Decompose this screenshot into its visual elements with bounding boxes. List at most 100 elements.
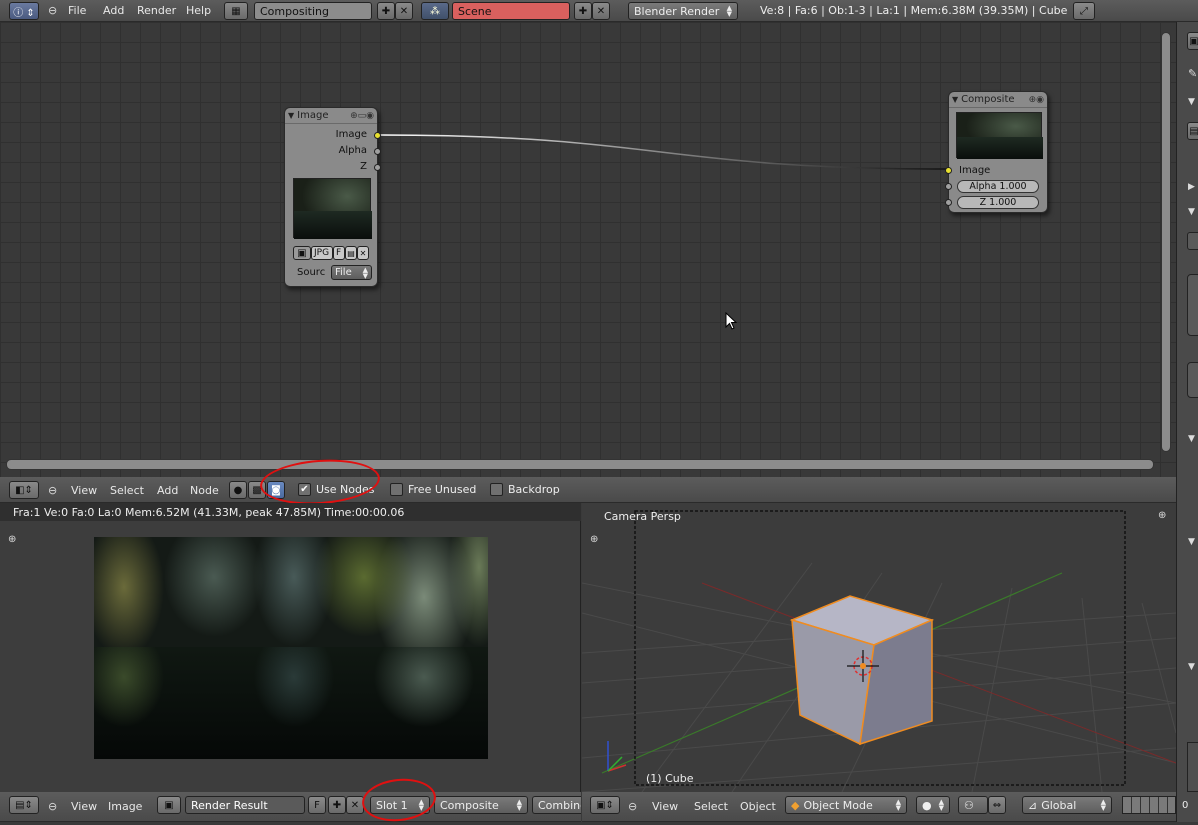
fullscreen-icon[interactable]: ⤢	[1073, 2, 1095, 20]
3d-viewport[interactable]: Camera Persp ⊕ ⊕ (1) Cube	[582, 503, 1176, 792]
scene-add-button[interactable]: ✚	[574, 2, 592, 20]
backdrop-toggle[interactable]: Backdrop	[490, 483, 560, 496]
output-z-label: Z	[360, 161, 367, 172]
image-open-icon[interactable]: ▤	[345, 246, 357, 260]
editor-type-icon[interactable]: ▣⇕	[590, 796, 620, 814]
screen-layout-icon[interactable]: ▦	[224, 2, 248, 20]
image-node-header[interactable]: ▼ Image ⊕▭◉	[285, 108, 377, 124]
editor-type-icon[interactable]: ▤⇕	[9, 796, 39, 814]
image-frame-field[interactable]: F	[333, 246, 345, 260]
shading-dropdown[interactable]: ● ▲ ▼	[916, 796, 950, 814]
node-editor-vscrollbar[interactable]	[1161, 32, 1171, 452]
alpha-value-field[interactable]: Alpha 1.000	[957, 180, 1039, 193]
panel-triangle-icon[interactable]: ▼	[1188, 97, 1195, 107]
output-image-socket[interactable]	[374, 132, 381, 139]
input-z-socket[interactable]	[945, 199, 952, 206]
image-editor[interactable]: Fra:1 Ve:0 Fa:0 La:0 Mem:6.52M (41.33M, …	[0, 503, 581, 792]
menu-file[interactable]: File	[68, 4, 86, 17]
panel-triangle-icon[interactable]: ▶	[1188, 182, 1195, 192]
fake-user-button[interactable]: F	[308, 796, 326, 814]
screen-add-button[interactable]: ✚	[377, 2, 395, 20]
output-z-socket[interactable]	[374, 164, 381, 171]
plus-icon[interactable]: ⊕	[8, 534, 16, 545]
orientation-dropdown[interactable]: ⊿ Global ▲ ▼	[1022, 796, 1112, 814]
image-browse-icon[interactable]: ▣	[157, 796, 181, 814]
menu-view[interactable]: View	[71, 484, 97, 497]
screen-layout-field[interactable]: Compositing	[254, 2, 372, 20]
node-editor-hscrollbar[interactable]	[6, 459, 1154, 470]
collapse-menu-icon[interactable]: ⊖	[48, 4, 57, 17]
menu-select[interactable]: Select	[694, 800, 728, 813]
menu-add[interactable]: Add	[103, 4, 124, 17]
layer-buttons[interactable]	[1122, 796, 1176, 814]
screen-delete-button[interactable]: ✕	[395, 2, 413, 20]
checkbox-icon[interactable]	[490, 483, 503, 496]
transform-icon: ⊿	[1028, 798, 1038, 812]
properties-box	[1187, 742, 1198, 792]
mode-dropdown[interactable]: ◆ Object Mode ▲ ▼	[785, 796, 907, 814]
image-editor-header: ▤⇕ ⊖ View Image ▣ Render Result F ✚ ✕ Sl…	[0, 775, 581, 825]
input-alpha-socket[interactable]	[945, 183, 952, 190]
output-alpha-socket[interactable]	[374, 148, 381, 155]
render-icon[interactable]: ▤	[1187, 122, 1198, 140]
viewport-header: ▣⇕ ⊖ View Select Object ◆ Object Mode ▲ ▼ ●…	[582, 792, 1176, 822]
menu-image[interactable]: Image	[108, 800, 142, 813]
shader-nodes-icon[interactable]: ●	[229, 481, 247, 499]
scene-field[interactable]: Scene	[452, 2, 570, 20]
collapse-menu-icon[interactable]: ⊖	[628, 800, 637, 813]
render-engine-dropdown[interactable]: Blender Render ▲ ▼	[628, 2, 738, 20]
scene-icon[interactable]: ⁂	[421, 2, 449, 20]
image-browse-icon[interactable]: ▣	[293, 246, 311, 260]
node-editor-canvas[interactable]: ▼ Image ⊕▭◉ Image Alpha Z ▣ JPG F ▤ ✕ So…	[0, 22, 1176, 477]
collapse-triangle-icon[interactable]: ▼	[952, 95, 958, 104]
properties-field[interactable]	[1187, 232, 1198, 250]
image-unlink-icon[interactable]: ✕	[357, 246, 369, 260]
cube[interactable]	[789, 595, 935, 746]
image-name-field[interactable]: Render Result	[185, 796, 305, 814]
panel-triangle-icon[interactable]: ▼	[1188, 434, 1195, 444]
menu-view[interactable]: View	[71, 800, 97, 813]
input-image-socket[interactable]	[945, 167, 952, 174]
menu-node[interactable]: Node	[190, 484, 219, 497]
scene-delete-button[interactable]: ✕	[592, 2, 610, 20]
pass-dropdown[interactable]: Combined	[532, 796, 581, 814]
node-options-icon[interactable]: ⊕▭◉	[350, 111, 374, 121]
source-dropdown[interactable]: File ▲ ▼	[331, 265, 372, 280]
panel-triangle-icon[interactable]: ▼	[1188, 207, 1195, 217]
image-add-button[interactable]: ✚	[328, 796, 346, 814]
object-name-label: (1) Cube	[646, 772, 694, 785]
pivot-dropdown[interactable]: ⚇	[958, 796, 988, 814]
menu-help[interactable]: Help	[186, 4, 211, 17]
image-node-title: Image	[297, 110, 329, 121]
free-unused-toggle[interactable]: Free Unused	[390, 483, 476, 496]
collapse-menu-icon[interactable]: ⊖	[48, 800, 57, 813]
properties-panel[interactable]: ▣ ✎ ▼ ▤ ▶ ▼ ▼ ▼ ▼ 0	[1176, 22, 1198, 822]
plus-icon[interactable]: ⊕	[1158, 510, 1166, 521]
manipulator-icon[interactable]: ⇔	[988, 796, 1006, 814]
panel-triangle-icon[interactable]: ▼	[1188, 662, 1195, 672]
image-format-field[interactable]: JPG	[311, 246, 333, 260]
menu-render[interactable]: Render	[137, 4, 176, 17]
composite-node[interactable]: ▼ Composite ⊕◉ Image Alpha 1.000 Z 1.000	[945, 91, 1048, 213]
render-tab-icon[interactable]: ▣	[1187, 32, 1198, 50]
image-node[interactable]: ▼ Image ⊕▭◉ Image Alpha Z ▣ JPG F ▤ ✕ So…	[284, 107, 381, 287]
checkbox-icon[interactable]	[390, 483, 403, 496]
menu-object[interactable]: Object	[740, 800, 776, 813]
plus-icon[interactable]: ⊕	[590, 534, 598, 545]
menu-view[interactable]: View	[652, 800, 678, 813]
pin-icon[interactable]: ✎	[1188, 67, 1197, 80]
menu-add[interactable]: Add	[157, 484, 178, 497]
panel-triangle-icon[interactable]: ▼	[1188, 537, 1195, 547]
info-editor-type-icon[interactable]: ⓘ ⇕	[9, 2, 39, 20]
collapse-triangle-icon[interactable]: ▼	[288, 111, 294, 120]
image-delete-button[interactable]: ✕	[346, 796, 364, 814]
scene-stats: Ve:8 | Fa:6 | Ob:1-3 | La:1 | Mem:6.38M …	[760, 4, 1068, 17]
node-options-icon[interactable]: ⊕◉	[1029, 95, 1044, 105]
layer-dropdown[interactable]: Composite ▲ ▼	[434, 796, 528, 814]
solid-shading-icon: ●	[922, 798, 932, 812]
menu-select[interactable]: Select	[110, 484, 144, 497]
editor-type-icon[interactable]: ◧⇕	[9, 481, 39, 499]
composite-node-header[interactable]: ▼ Composite ⊕◉	[949, 92, 1047, 108]
z-value-field[interactable]: Z 1.000	[957, 196, 1039, 209]
collapse-menu-icon[interactable]: ⊖	[48, 484, 57, 497]
